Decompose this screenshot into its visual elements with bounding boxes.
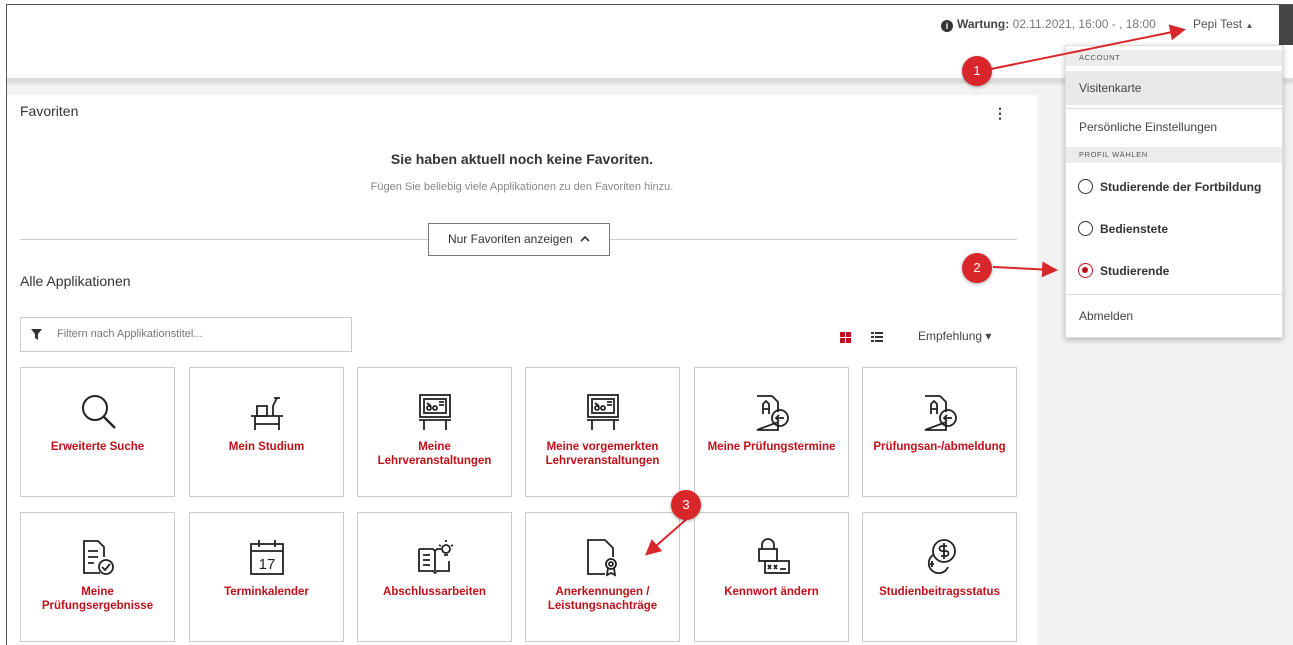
menu-item-logout[interactable]: Abmelden [1066, 303, 1282, 329]
tile-label: Meine vorgemerkten Lehrveranstaltungen [545, 441, 660, 467]
menu-divider [1066, 294, 1282, 295]
menu-section-account: ACCOUNT [1066, 50, 1282, 66]
favorites-title: Favoriten [20, 103, 79, 119]
certificate-icon [586, 539, 617, 577]
annotation-badge-2: 2 [962, 253, 992, 283]
app-tile-mein-studium[interactable]: Mein Studium [189, 367, 344, 497]
lecture-board-icon [586, 394, 619, 430]
app-tile-pruefungsanmeldung[interactable]: Prüfungsan-/abmeldung [862, 367, 1017, 497]
lecture-board-icon [418, 394, 451, 430]
profile-option-studierende[interactable]: Studierende [1078, 263, 1169, 278]
app-tile-kennwort-aendern[interactable]: Kennwort ändern [694, 512, 849, 642]
profile-label: Studierende der Fortbildung [1100, 180, 1262, 194]
tile-label: Terminkalender [224, 586, 309, 598]
app-filter-input[interactable]: Filtern nach Applikationstitel... [20, 317, 352, 352]
main-content: Favoriten ⋮ Sie haben aktuell noch keine… [7, 95, 1037, 645]
app-tile-pruefungstermine[interactable]: Meine Prüfungstermine [694, 367, 849, 497]
menu-section-profile: PROFIL WÄHLEN [1066, 147, 1282, 163]
no-favorites-heading: Sie haben aktuell noch keine Favoriten. [390, 151, 654, 167]
password-lock-icon [757, 538, 790, 574]
exam-document-icon [924, 395, 957, 431]
user-dropdown-menu: ACCOUNT Visitenkarte Persönliche Einstel… [1065, 45, 1283, 338]
list-view-icon[interactable] [871, 332, 883, 343]
app-tile-pruefungsergebnisse[interactable]: Meine Prüfungsergebnisse [20, 512, 175, 642]
app-tile-terminkalender[interactable]: 17 Terminkalender [189, 512, 344, 642]
user-menu-toggle[interactable]: Pepi Test ▲ [1193, 17, 1253, 31]
menu-divider [1066, 108, 1282, 109]
info-icon: i [941, 20, 953, 32]
app-tile-abschlussarbeiten[interactable]: Abschlussarbeiten [357, 512, 512, 642]
tile-label: Mein Studium [228, 441, 305, 453]
user-name: Pepi Test [1193, 17, 1243, 31]
thesis-book-icon [417, 540, 453, 575]
tile-label: Studienbeitragsstatus [879, 586, 1000, 598]
annotation-badge-1: 1 [962, 56, 992, 86]
app-tile-vorgemerkte-lehrveranstaltungen[interactable]: Meine vorgemerkten Lehrveranstaltungen [525, 367, 680, 497]
radio-unchecked-icon [1078, 179, 1093, 194]
show-favorites-only-button[interactable]: Nur Favoriten anzeigen [428, 223, 610, 256]
app-frame: i Wartung: 02.11.2021, 16:00 - , 18:00 Pe… [6, 4, 1293, 645]
desk-icon [250, 397, 283, 430]
menu-item-visitenkarte[interactable]: Visitenkarte [1066, 71, 1282, 105]
search-icon [81, 395, 116, 429]
grid-view-icon[interactable] [840, 332, 851, 343]
sort-label: Empfehlung [918, 329, 983, 343]
result-checklist-icon [82, 540, 114, 575]
no-favorites-hint: Fügen Sie beliebig viele Applikationen z… [370, 181, 674, 193]
tile-label: Meine Prüfungstermine [707, 441, 836, 453]
app-tile-erweiterte-suche[interactable]: Erweiterte Suche [20, 367, 175, 497]
chevron-up-icon [580, 235, 590, 242]
tile-label: Erweiterte Suche [50, 441, 145, 453]
side-panel-tab[interactable] [1279, 5, 1293, 45]
coins-icon [927, 539, 956, 575]
radio-unchecked-icon [1078, 221, 1093, 236]
calendar-icon: 17 [249, 540, 284, 575]
sort-dropdown[interactable]: Empfehlung ▾ [918, 329, 991, 343]
exam-document-icon [756, 395, 789, 431]
profile-label: Studierende [1100, 264, 1170, 278]
caret-down-icon: ▾ [985, 329, 992, 343]
menu-item-personal-settings[interactable]: Persönliche Einstellungen [1066, 114, 1282, 140]
annotation-badge-3: 3 [671, 490, 701, 520]
app-tile-anerkennungen[interactable]: Anerkennungen / Leistungsnachträge [525, 512, 680, 642]
tile-label: Abschlussarbeiten [383, 586, 486, 598]
maintenance-label: Wartung: [957, 17, 1010, 31]
filter-placeholder: Filtern nach Applikationstitel... [57, 328, 203, 340]
calendar-day: 17 [258, 556, 275, 573]
all-apps-title: Alle Applikationen [20, 273, 131, 289]
app-tile-studienbeitragsstatus[interactable]: Studienbeitragsstatus [862, 512, 1017, 642]
tile-label: Anerkennungen / Leistungsnachträge [547, 586, 658, 612]
maintenance-notice: i Wartung: 02.11.2021, 16:00 - , 18:00 [941, 17, 1156, 32]
filter-icon [31, 329, 42, 340]
kebab-menu-icon[interactable]: ⋮ [993, 105, 1007, 122]
radio-checked-icon [1078, 263, 1093, 278]
maintenance-value: 02.11.2021, 16:00 - , 18:00 [1012, 17, 1156, 31]
caret-up-icon: ▲ [1245, 21, 1254, 30]
show-favorites-only-label: Nur Favoriten anzeigen [447, 232, 573, 246]
tile-label: Meine Prüfungsergebnisse [41, 586, 154, 612]
tile-label: Prüfungsan-/abmeldung [873, 441, 1006, 453]
profile-option-bedienstete[interactable]: Bedienstete [1078, 221, 1168, 236]
tile-label: Meine Lehrveranstaltungen [377, 441, 492, 467]
profile-option-fortbildung[interactable]: Studierende der Fortbildung [1078, 179, 1261, 194]
app-tile-meine-lehrveranstaltungen[interactable]: Meine Lehrveranstaltungen [357, 367, 512, 497]
profile-label: Bedienstete [1100, 222, 1169, 236]
tile-label: Kennwort ändern [724, 586, 819, 598]
